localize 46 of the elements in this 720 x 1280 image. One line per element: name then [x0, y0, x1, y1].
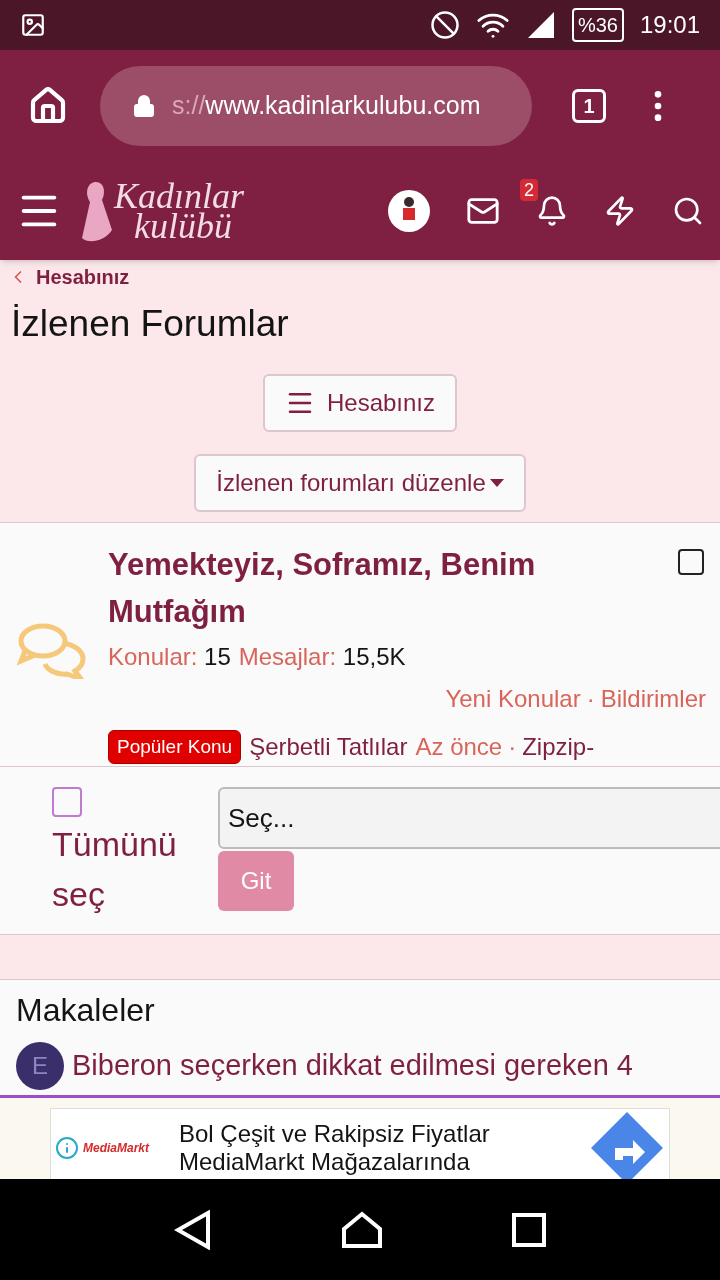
articles-heading: Makaleler [16, 991, 156, 1030]
thread-user[interactable]: Zipzip- [522, 729, 595, 765]
page-title: İzlenen Forumlar [10, 302, 290, 346]
directions-icon[interactable] [589, 1110, 665, 1179]
caret-icon [489, 478, 504, 488]
brand-logo: MediaMarkt [83, 1140, 151, 1157]
site-logo[interactable]: Kadınlar kulübü [78, 178, 245, 244]
action-select[interactable]: Seç... [218, 787, 720, 849]
forum-stat: Konular: 15 [108, 642, 231, 672]
home-icon[interactable] [28, 86, 68, 126]
do-not-disturb-icon [429, 10, 460, 40]
clock: 19:01 [639, 10, 700, 40]
separator-dot: · [585, 684, 596, 714]
address-bar[interactable]: s://www.kadinlarkulubu.com [100, 66, 532, 146]
checkbox[interactable] [52, 787, 82, 817]
popular-topic-label: Popüler Konu [108, 729, 242, 765]
recents-icon[interactable] [511, 1212, 546, 1247]
search-icon[interactable] [672, 195, 704, 227]
bell-icon[interactable] [536, 195, 568, 227]
article-link[interactable]: Biberon seçerken dikkat edilmesi gereken 4 [72, 1044, 633, 1088]
url-text: s://www.kadinlarkulubu.com [172, 90, 481, 122]
checkbox[interactable] [678, 549, 704, 575]
notification-badge: 2 [520, 179, 538, 201]
battery-indicator: %36 [571, 8, 624, 42]
lock-icon [132, 94, 156, 118]
forum-title[interactable]: Yemekteyiz, Soframız, Benim Mutfağım [108, 541, 678, 635]
ad-text: MediaMarkt Mağazalarında [179, 1148, 471, 1176]
forum-stat: Mesajlar: 15,5K [238, 642, 406, 672]
logo-text: kulübü [134, 211, 232, 241]
info-icon[interactable] [55, 1136, 79, 1160]
breadcrumb-link[interactable]: Hesabınız [36, 262, 130, 292]
lightning-icon[interactable] [604, 195, 636, 227]
ad-text: Bol Çeşit ve Rakipsiz Fiyatlar [179, 1120, 491, 1148]
image-icon [20, 12, 46, 38]
edit-watched-forums-button[interactable]: İzlenen forumları düzenle [194, 454, 526, 512]
account-button[interactable]: Hesabınız [262, 374, 458, 432]
thread-time: Az önce [415, 732, 503, 762]
avatar: E [16, 1042, 64, 1090]
tab-count-button[interactable]: 1 [572, 89, 606, 123]
logo-text: Kadınlar [114, 181, 245, 211]
avatar[interactable] [388, 190, 430, 232]
select-all-label[interactable]: Tümünü seç [52, 819, 218, 919]
home-icon[interactable] [341, 1210, 383, 1249]
separator-dot: · [507, 732, 518, 762]
thread-link[interactable]: Şerbetli Tatlılar [249, 729, 408, 765]
back-icon[interactable] [174, 1209, 213, 1250]
